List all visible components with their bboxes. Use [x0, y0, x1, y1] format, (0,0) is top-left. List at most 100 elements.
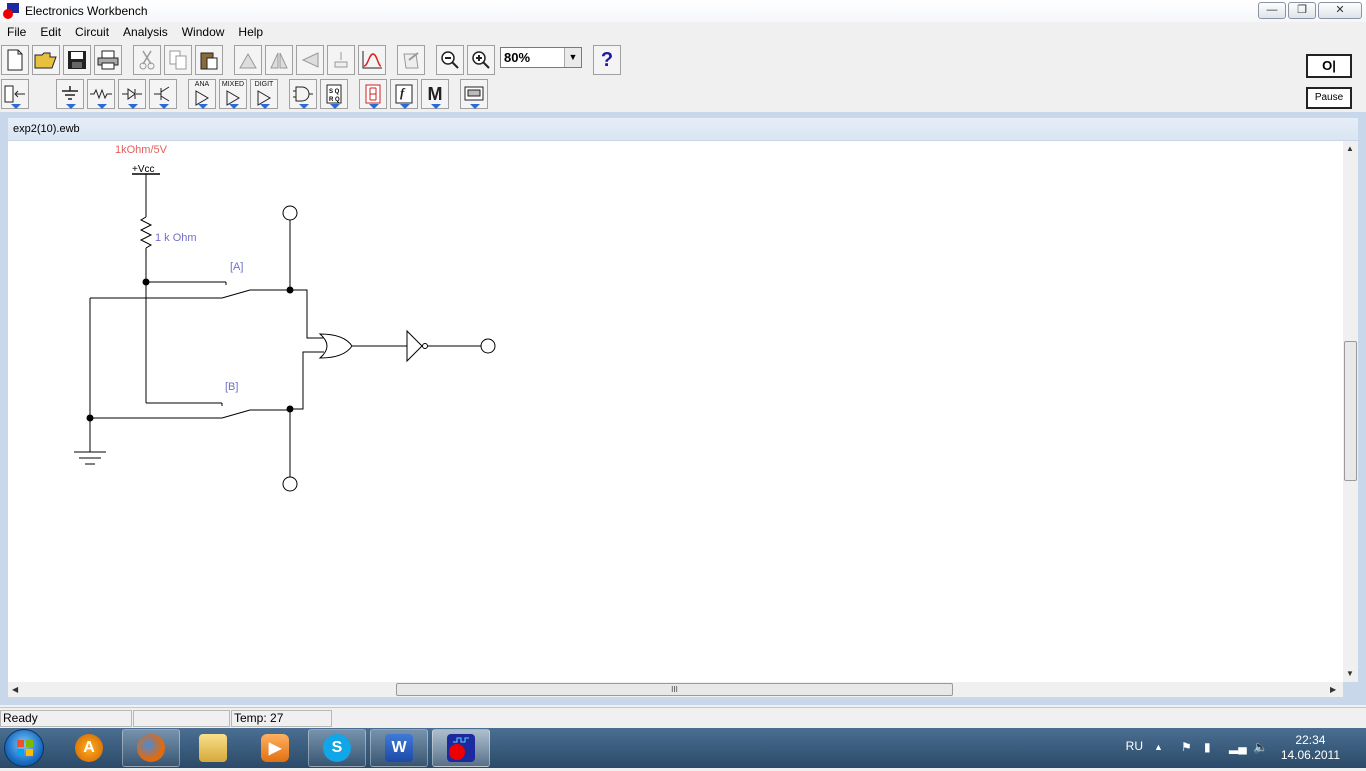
mixed-ics-label: MIXED — [221, 81, 245, 88]
flip-horizontal-button[interactable] — [265, 45, 293, 75]
pause-button[interactable]: Pause — [1306, 87, 1352, 109]
taskbar-app-skype[interactable]: S — [308, 729, 366, 767]
analog-ics-label: ANA — [194, 81, 210, 88]
zoom-select[interactable]: 80% ▼ — [500, 47, 582, 68]
scroll-left-icon[interactable]: ◀ — [12, 685, 18, 694]
new-file-button[interactable] — [1, 45, 29, 75]
miscellaneous-bin-button[interactable]: M — [421, 79, 449, 109]
clock-time: 22:34 — [1295, 733, 1326, 747]
scroll-right-icon[interactable]: ▶ — [1330, 685, 1336, 694]
rotate-button[interactable] — [234, 45, 262, 75]
seven-segment-display-icon — [365, 84, 381, 104]
language-indicator[interactable]: RU — [1126, 739, 1143, 753]
clock[interactable]: 22:34 14.06.2011 — [1281, 733, 1340, 763]
copy-icon — [169, 50, 187, 70]
connector-b[interactable] — [282, 476, 298, 492]
inverter-bubble — [422, 343, 428, 349]
inverter[interactable] — [406, 329, 423, 363]
transistor-icon — [154, 86, 170, 102]
taskbar-app-word[interactable]: W — [370, 729, 428, 767]
chevron-down-icon[interactable]: ▼ — [564, 48, 581, 67]
start-button[interactable] — [4, 729, 44, 767]
digital-bin-button[interactable]: S Q R Q — [320, 79, 348, 109]
folder-icon — [199, 734, 227, 762]
instruments-bin-button[interactable] — [460, 79, 488, 109]
minimize-button[interactable]: — — [1258, 2, 1286, 19]
help-button[interactable]: ? — [593, 45, 621, 75]
analog-ics-bin-button[interactable]: ANA — [188, 79, 216, 109]
taskbar-app-avast[interactable]: A — [60, 729, 118, 767]
paste-button[interactable] — [195, 45, 223, 75]
vertical-scrollbar[interactable]: ▲ ▼ — [1343, 141, 1358, 682]
app-icon[interactable] — [3, 3, 19, 19]
print-button[interactable] — [94, 45, 122, 75]
switch-b-label: [B] — [225, 381, 238, 393]
cut-button[interactable] — [133, 45, 161, 75]
action-center-flag-icon[interactable]: ⚑ — [1181, 740, 1195, 754]
save-button[interactable] — [63, 45, 91, 75]
circuit-schematic[interactable]: 1kOhm/5V +Vcc 1 k Ohm [A] [B] — [8, 141, 1343, 682]
transistors-bin-button[interactable] — [149, 79, 177, 109]
menu-circuit[interactable]: Circuit — [68, 22, 116, 42]
copy-button[interactable] — [164, 45, 192, 75]
scroll-up-icon[interactable]: ▲ — [1346, 144, 1354, 153]
taskbar: A ▶ S W RU ▲ ⚑ ▮ ▂▄ 🔈 22:34 14.06.2011 — [0, 728, 1366, 768]
word-icon: W — [385, 734, 413, 762]
junction-node-ground — [86, 414, 94, 422]
svg-text:R Q: R Q — [329, 97, 340, 103]
horizontal-scrollbar[interactable]: ◀ III ▶ — [8, 682, 1343, 697]
or-gate[interactable] — [318, 333, 353, 359]
zoom-in-icon — [472, 51, 490, 69]
favorites-bin-button[interactable] — [1, 79, 29, 109]
subcircuit-icon — [403, 52, 419, 69]
volume-icon[interactable]: 🔈 — [1253, 740, 1268, 754]
diode-icon — [122, 88, 142, 100]
open-file-button[interactable] — [32, 45, 60, 75]
component-properties-button[interactable] — [327, 45, 355, 75]
circuit-canvas[interactable]: 1kOhm/5V +Vcc 1 k Ohm [A] [B] — [8, 141, 1343, 682]
close-button[interactable]: ✕ — [1318, 2, 1362, 19]
logic-gates-bin-button[interactable] — [289, 79, 317, 109]
mixed-ics-bin-button[interactable]: MIXED — [219, 79, 247, 109]
network-signal-icon[interactable]: ▂▄ — [1229, 740, 1247, 754]
resistor-label: 1 k Ohm — [155, 232, 197, 244]
flip-vertical-button[interactable] — [296, 45, 324, 75]
resistor[interactable] — [139, 216, 153, 249]
connector-a[interactable] — [282, 205, 298, 221]
analysis-graphs-button[interactable] — [358, 45, 386, 75]
horizontal-scroll-thumb[interactable]: III — [396, 683, 953, 696]
graph-icon — [362, 51, 382, 69]
switch-a-blade[interactable] — [221, 289, 251, 299]
printer-icon — [97, 50, 119, 70]
menu-help[interactable]: Help — [231, 22, 270, 42]
digital-ics-bin-button[interactable]: DIGIT — [250, 79, 278, 109]
restore-button[interactable]: ❐ — [1288, 2, 1316, 19]
diodes-bin-button[interactable] — [118, 79, 146, 109]
switch-b-blade[interactable] — [221, 409, 251, 419]
sources-bin-button[interactable] — [56, 79, 84, 109]
zoom-out-button[interactable] — [436, 45, 464, 75]
skype-icon: S — [323, 734, 351, 762]
power-switch[interactable]: O| — [1306, 54, 1352, 78]
new-file-icon — [7, 49, 23, 71]
flip-vertical-icon — [301, 52, 319, 68]
connector-output[interactable] — [480, 338, 496, 354]
basic-bin-button[interactable] — [87, 79, 115, 109]
controls-bin-button[interactable]: f — [390, 79, 418, 109]
menu-window[interactable]: Window — [175, 22, 232, 42]
taskbar-app-firefox[interactable] — [122, 729, 180, 767]
show-hidden-icons-icon[interactable]: ▲ — [1154, 742, 1168, 756]
taskbar-app-media-player[interactable]: ▶ — [246, 729, 304, 767]
zoom-in-button[interactable] — [467, 45, 495, 75]
vertical-scroll-thumb[interactable] — [1344, 341, 1357, 481]
menu-analysis[interactable]: Analysis — [116, 22, 175, 42]
scroll-down-icon[interactable]: ▼ — [1346, 669, 1354, 678]
indicators-bin-button[interactable] — [359, 79, 387, 109]
menu-file[interactable]: File — [0, 22, 33, 42]
subcircuit-button[interactable] — [397, 45, 425, 75]
clock-date: 14.06.2011 — [1280, 748, 1340, 762]
taskbar-app-explorer[interactable] — [184, 729, 242, 767]
battery-icon[interactable]: ▮ — [1204, 740, 1218, 754]
menu-edit[interactable]: Edit — [33, 22, 68, 42]
taskbar-app-electronics-workbench[interactable] — [432, 729, 490, 767]
